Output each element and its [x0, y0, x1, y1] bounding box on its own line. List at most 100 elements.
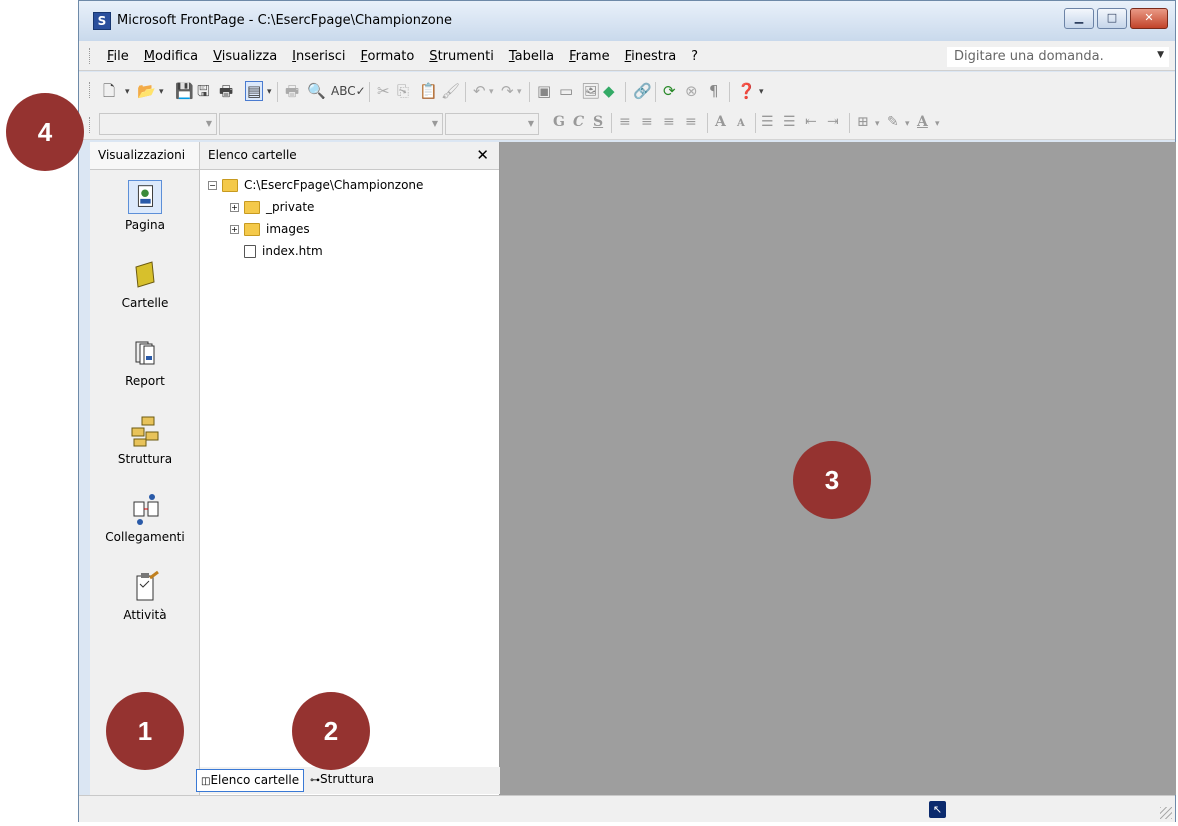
tab-folder-list[interactable]: ◫Elenco cartelle [196, 769, 305, 792]
justify-icon[interactable]: ≡ [685, 114, 697, 130]
tree-item-private[interactable]: + _private [208, 198, 423, 220]
new-dropdown-icon[interactable]: ▾ [125, 83, 130, 101]
refresh-icon[interactable]: ⟳ [663, 82, 676, 100]
underline-icon[interactable]: S [593, 114, 603, 130]
menu-strumenti[interactable]: Strumenti [429, 49, 494, 64]
view-page[interactable]: Pagina [90, 180, 200, 232]
formatting-grip[interactable] [89, 117, 92, 133]
web-component-icon[interactable]: ▣ [537, 82, 551, 100]
open-dropdown-icon[interactable]: ▾ [159, 83, 164, 101]
format-painter-icon[interactable]: 🖌 [441, 82, 460, 100]
print-icon[interactable]: 🖶 [285, 82, 299, 100]
increase-indent-icon[interactable]: ⇥ [827, 114, 839, 130]
resize-grip[interactable] [1160, 807, 1172, 819]
insert-table-icon[interactable]: ▭ [559, 82, 573, 100]
new-page-icon[interactable]: 🗋 [103, 82, 115, 100]
expand-icon[interactable]: + [230, 225, 239, 234]
align-center-icon[interactable]: ≡ [641, 114, 653, 130]
italic-icon[interactable]: C [573, 114, 584, 130]
ask-dropdown-icon[interactable]: ▼ [1157, 50, 1164, 60]
drawing-icon[interactable]: ◆ [603, 82, 615, 100]
highlight-dropdown-icon[interactable]: ▾ [905, 119, 910, 129]
print-preview-icon[interactable]: 🔍 [307, 82, 326, 100]
ask-placeholder: Digitare una domanda. [954, 49, 1104, 64]
decrease-indent-icon[interactable]: ⇤ [805, 114, 817, 130]
view-tasks[interactable]: Attività [90, 570, 200, 622]
view-hyperlinks-label: Collegamenti [105, 530, 185, 544]
close-pane-icon[interactable]: ✕ [476, 142, 489, 169]
hyperlink-icon[interactable]: 🔗 [633, 82, 652, 100]
ask-question-input[interactable]: Digitare una domanda. ▼ [947, 47, 1169, 67]
show-all-icon[interactable]: ¶ [709, 82, 719, 100]
redo-dropdown-icon[interactable]: ▾ [517, 83, 522, 101]
toolbar-grip[interactable] [89, 82, 92, 98]
minimize-button[interactable]: ▁ [1064, 8, 1094, 29]
publish-icon[interactable]: 🖫 [197, 82, 210, 100]
standard-toolbar: 🗋 ▾ 📂 ▾ 💾 🖫 🖶 ▤ ▾ 🖶 🔍 ABC✓ ✂ ⎘ 📋 🖌 ↶ ▾ ↷… [79, 72, 1175, 110]
bullets-icon[interactable]: ☰ [783, 114, 796, 130]
borders-dropdown-icon[interactable]: ▾ [875, 119, 880, 129]
view-hyperlinks[interactable]: Collegamenti [90, 492, 200, 544]
redo-icon[interactable]: ↷ [501, 82, 514, 100]
menu-formato[interactable]: Formato [361, 49, 415, 64]
close-button[interactable]: ✕ [1130, 8, 1168, 29]
folder-icon [222, 179, 238, 192]
status-indicator-icon[interactable]: ↖ [929, 801, 946, 818]
view-folders[interactable]: Cartelle [90, 258, 200, 310]
collapse-icon[interactable]: − [208, 181, 217, 190]
highlight-icon[interactable]: ✎ [887, 114, 899, 130]
align-right-icon[interactable]: ≡ [663, 114, 675, 130]
cut-icon[interactable]: ✂ [377, 82, 390, 100]
insert-picture-icon[interactable]: 🖼 [581, 82, 600, 100]
view-page-label: Pagina [125, 218, 165, 232]
paste-icon[interactable]: 📋 [419, 82, 438, 100]
tree-item-images[interactable]: + images [208, 220, 423, 242]
menu-grip[interactable] [89, 48, 92, 64]
toggle-pane-icon[interactable]: ▤ [245, 81, 264, 101]
copy-icon[interactable]: ⎘ [397, 82, 409, 100]
spelling-icon[interactable]: ABC✓ [331, 82, 366, 100]
help-icon[interactable]: ❓ [737, 82, 756, 100]
font-size-dropdown-icon[interactable]: ▼ [528, 119, 534, 128]
increase-font-icon[interactable]: A [715, 114, 726, 130]
view-reports[interactable]: Report [90, 336, 200, 388]
borders-icon[interactable]: ⊞ [857, 114, 869, 130]
font-size-combo[interactable]: ▼ [445, 113, 539, 135]
font-combo[interactable]: ▼ [219, 113, 443, 135]
menu-visualizza[interactable]: Visualizza [213, 49, 277, 64]
font-color-icon[interactable]: A [917, 114, 928, 130]
font-color-dropdown-icon[interactable]: ▾ [935, 119, 940, 129]
align-left-icon[interactable]: ≡ [619, 114, 631, 130]
font-dropdown-icon[interactable]: ▼ [432, 119, 438, 128]
bold-icon[interactable]: G [553, 114, 565, 130]
menu-modifica[interactable]: Modifica [144, 49, 198, 64]
view-navigation[interactable]: Struttura [90, 414, 200, 466]
maximize-button[interactable]: □ [1097, 8, 1127, 29]
decrease-font-icon[interactable]: A [737, 118, 745, 129]
folder-icon [244, 223, 260, 236]
tab-folder-list-label: Elenco cartelle [210, 773, 300, 787]
undo-dropdown-icon[interactable]: ▾ [489, 83, 494, 101]
tab-navigation[interactable]: ⊶Struttura [306, 769, 378, 792]
menu-frame[interactable]: Frame [569, 49, 610, 64]
file-search-icon[interactable]: 🖶 [219, 82, 233, 100]
toolbar-options-icon[interactable]: ▾ [759, 83, 764, 101]
frontpage-app-icon[interactable]: S [93, 12, 111, 30]
menu-file[interactable]: File [107, 49, 129, 64]
menu-finestra[interactable]: Finestra [625, 49, 677, 64]
open-icon[interactable]: 📂 [137, 82, 156, 100]
toolbar-separator [729, 82, 730, 102]
tree-root[interactable]: − C:\EsercFpage\Championzone [208, 176, 423, 198]
menu-tabella[interactable]: Tabella [509, 49, 554, 64]
undo-icon[interactable]: ↶ [473, 82, 486, 100]
expand-icon[interactable]: + [230, 203, 239, 212]
style-dropdown-icon[interactable]: ▼ [206, 119, 212, 128]
style-combo[interactable]: ▼ [99, 113, 217, 135]
stop-icon[interactable]: ⊗ [685, 82, 698, 100]
menu-help[interactable]: ? [691, 49, 698, 64]
tree-item-index[interactable]: index.htm [208, 242, 423, 264]
save-icon[interactable]: 💾 [175, 82, 194, 100]
numbering-icon[interactable]: ☰ [761, 114, 774, 130]
menu-inserisci[interactable]: Inserisci [292, 49, 345, 64]
toggle-pane-dropdown-icon[interactable]: ▾ [267, 83, 272, 101]
